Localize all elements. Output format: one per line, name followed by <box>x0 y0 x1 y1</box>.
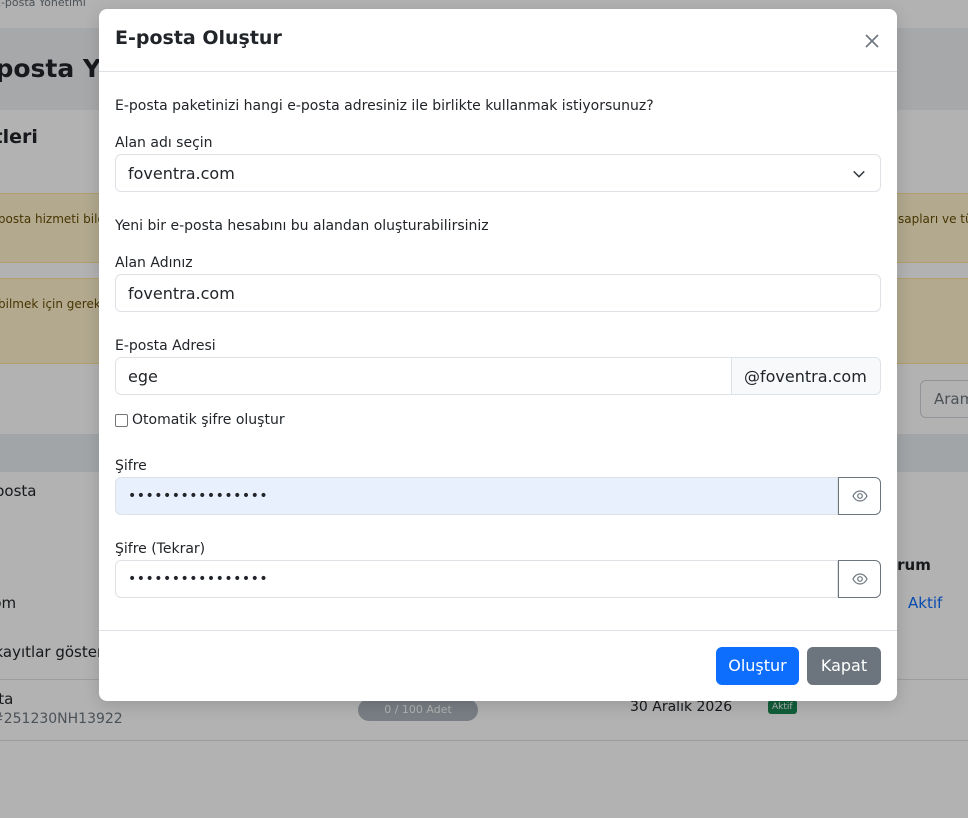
eye-icon <box>851 573 868 585</box>
auto-password-checkbox[interactable] <box>115 413 128 427</box>
email-value: ege <box>128 367 158 386</box>
chevron-down-icon <box>853 170 865 178</box>
email-field[interactable]: ege <box>115 357 732 395</box>
close-modal-button[interactable]: Kapat <box>807 647 881 685</box>
password-input-group: •••••••••••••••• <box>115 477 881 515</box>
password-value: •••••••••••••••• <box>128 488 269 504</box>
modal-body: E-posta paketinizi hangi e-posta adresin… <box>99 72 897 630</box>
email-domain-suffix: @foventra.com <box>732 357 881 395</box>
modal-header: E-posta Oluştur <box>99 9 897 72</box>
password-label: Şifre <box>115 458 147 474</box>
domain-name-field[interactable]: foventra.com <box>115 274 881 312</box>
auto-password-label: Otomatik şifre oluştur <box>132 412 285 428</box>
password-confirm-input-group: •••••••••••••••• <box>115 560 881 598</box>
password-confirm-field[interactable]: •••••••••••••••• <box>115 560 838 598</box>
create-button[interactable]: Oluştur <box>716 647 799 685</box>
eye-icon <box>851 490 868 502</box>
domain-select-value: foventra.com <box>128 164 235 183</box>
domain-select-label: Alan adı seçin <box>115 135 213 151</box>
intro-text: E-posta paketinizi hangi e-posta adresin… <box>115 98 654 114</box>
email-input-group: ege @foventra.com <box>115 357 881 395</box>
email-label: E-posta Adresi <box>115 338 216 354</box>
toggle-password-confirm-button[interactable] <box>838 560 881 598</box>
password-field[interactable]: •••••••••••••••• <box>115 477 838 515</box>
modal-footer: Oluştur Kapat <box>99 630 897 701</box>
domain-name-label: Alan Adınız <box>115 255 193 271</box>
close-button[interactable] <box>859 28 885 54</box>
create-email-modal: E-posta Oluştur E-posta paketinizi hangi… <box>99 9 897 701</box>
domain-select[interactable]: foventra.com <box>115 154 881 192</box>
auto-password-row: Otomatik şifre oluştur <box>115 412 285 428</box>
domain-name-value: foventra.com <box>128 284 235 303</box>
modal-title: E-posta Oluştur <box>115 27 282 49</box>
close-icon <box>865 34 879 48</box>
toggle-password-button[interactable] <box>838 477 881 515</box>
create-hint: Yeni bir e-posta hesabını bu alandan olu… <box>115 218 489 234</box>
password-confirm-label: Şifre (Tekrar) <box>115 541 206 557</box>
password-confirm-value: •••••••••••••••• <box>128 571 269 587</box>
